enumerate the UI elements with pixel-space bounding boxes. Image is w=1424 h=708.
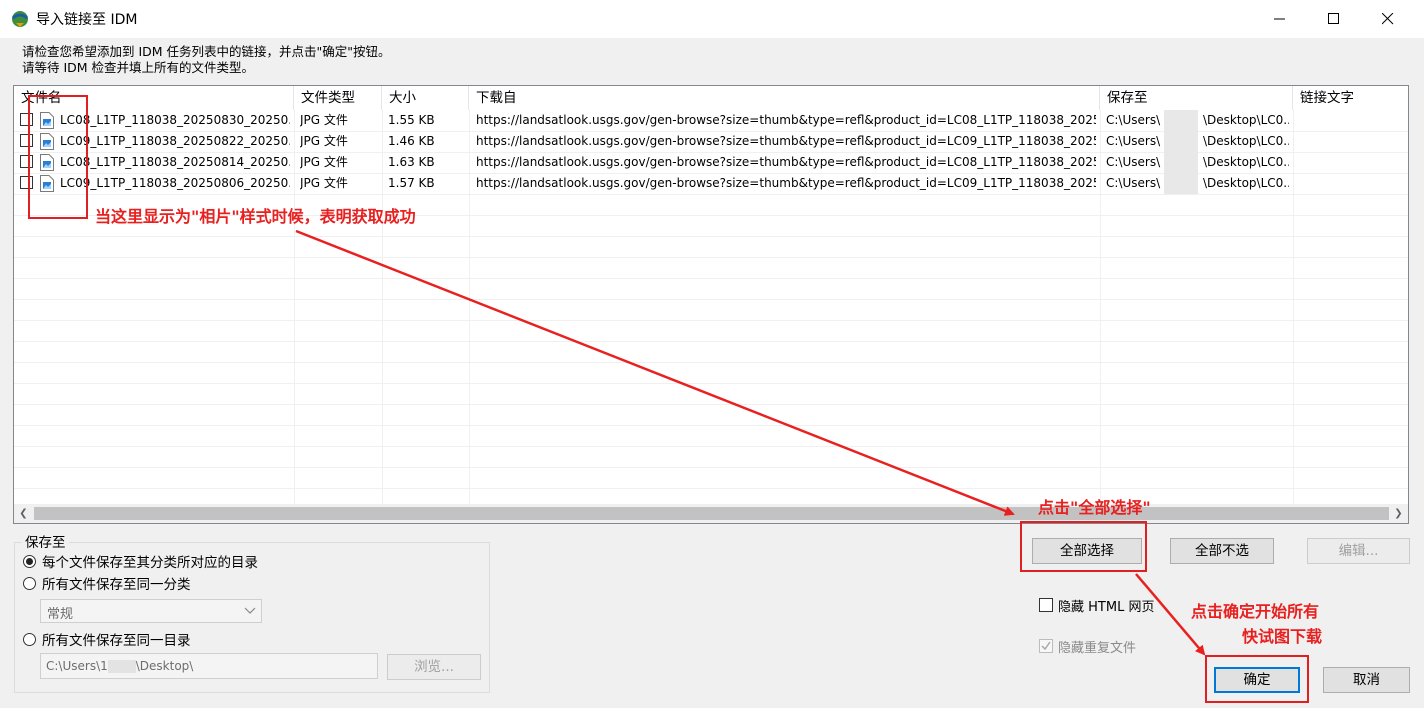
grid-line <box>14 320 1408 321</box>
row-save-path-start: C:\Users\ <box>1106 155 1161 169</box>
row-save-path-end: \Desktop\LC0... <box>1203 155 1289 169</box>
annotation-photo-hint: 当这里显示为"相片"样式时候，表明获取成功 <box>95 207 416 226</box>
close-icon <box>1382 13 1394 25</box>
grid-line <box>14 446 1408 447</box>
scrollbar-thumb[interactable] <box>34 507 1389 520</box>
folder-path-field[interactable]: C:\Users\1 \Desktop\ <box>40 653 378 679</box>
column-header-size[interactable]: 大小 <box>382 86 469 110</box>
row-source-url: https://landsatlook.usgs.gov/gen-browse?… <box>476 134 1096 148</box>
maximize-icon <box>1328 13 1339 24</box>
grid-line <box>14 278 1408 279</box>
window-title: 导入链接至 IDM <box>36 12 138 28</box>
grid-line <box>14 362 1408 363</box>
grid-line <box>14 404 1408 405</box>
link-list[interactable]: 文件名 文件类型 大小 下载自 保存至 链接文字 LC08_L1TP_11803… <box>13 85 1409 524</box>
annotation-box-ok <box>1205 655 1309 703</box>
row-link-text <box>1300 173 1400 194</box>
row-size: 1.55 KB <box>388 113 435 127</box>
annotation-select-all-hint: 点击"全部选择" <box>1038 498 1151 517</box>
scroll-right-icon[interactable]: ❯ <box>1389 504 1408 523</box>
grid-line <box>14 341 1408 342</box>
grid-line <box>14 299 1408 300</box>
table-row[interactable]: LC08_L1TP_118038_20250814_20250... JPG 文… <box>14 152 1408 173</box>
grid-line <box>14 488 1408 489</box>
folder-path-end: \Desktop\ <box>135 659 194 673</box>
row-filetype: JPG 文件 <box>300 155 348 169</box>
maximize-button[interactable] <box>1308 0 1360 38</box>
row-size: 1.57 KB <box>388 176 435 190</box>
row-size: 1.63 KB <box>388 155 435 169</box>
scroll-left-icon[interactable]: ❮ <box>14 504 33 523</box>
row-filename: LC08_L1TP_118038_20250830_20250... <box>60 113 290 127</box>
row-link-text <box>1300 110 1400 131</box>
row-filename: LC09_L1TP_118038_20250822_20250... <box>60 134 290 148</box>
chevron-down-icon <box>244 607 256 614</box>
checkmark-icon <box>1041 641 1051 651</box>
column-header-source[interactable]: 下载自 <box>469 86 1100 110</box>
idm-app-icon <box>12 11 28 27</box>
edit-button[interactable]: 编辑... <box>1307 538 1410 564</box>
row-filename: LC09_L1TP_118038_20250806_20250... <box>60 176 290 190</box>
radio-save-same-folder-label[interactable]: 所有文件保存至同一目录 <box>42 629 191 649</box>
row-link-text <box>1300 131 1400 152</box>
row-size: 1.46 KB <box>388 134 435 148</box>
grid-line <box>14 257 1408 258</box>
row-filename: LC08_L1TP_118038_20250814_20250... <box>60 155 290 169</box>
row-filetype: JPG 文件 <box>300 176 348 190</box>
deselect-all-button[interactable]: 全部不选 <box>1170 538 1274 564</box>
row-save-path-start: C:\Users\ <box>1106 134 1161 148</box>
radio-save-by-category[interactable] <box>23 555 36 568</box>
folder-path-start: C:\Users\1 <box>46 659 108 673</box>
grid-line <box>14 194 1408 195</box>
hide-duplicates-checkbox[interactable] <box>1039 639 1053 653</box>
grid-line <box>14 236 1408 237</box>
close-button[interactable] <box>1362 0 1414 38</box>
cancel-button[interactable]: 取消 <box>1323 667 1410 693</box>
row-source-url: https://landsatlook.usgs.gov/gen-browse?… <box>476 155 1096 169</box>
hide-duplicates-label[interactable]: 隐藏重复文件 <box>1058 637 1136 656</box>
row-link-text <box>1300 152 1400 173</box>
radio-save-same-folder[interactable] <box>23 633 36 646</box>
hide-html-checkbox[interactable] <box>1039 598 1053 612</box>
hide-html-label[interactable]: 隐藏 HTML 网页 <box>1058 596 1154 615</box>
category-select[interactable]: 常规 <box>40 599 262 623</box>
table-row[interactable]: LC08_L1TP_118038_20250830_20250... JPG 文… <box>14 110 1408 131</box>
row-save-path-end: \Desktop\LC0... <box>1203 134 1289 148</box>
redacted-username <box>1164 110 1198 194</box>
annotation-ok-hint-line1: 点击确定开始所有 <box>1191 602 1320 621</box>
category-select-value: 常规 <box>47 607 74 622</box>
row-save-path-start: C:\Users\ <box>1106 176 1161 190</box>
annotation-box-select-all <box>1020 521 1147 572</box>
radio-save-same-category-label[interactable]: 所有文件保存至同一分类 <box>42 573 191 593</box>
column-header-filetype[interactable]: 文件类型 <box>294 86 382 110</box>
column-header-link-text[interactable]: 链接文字 <box>1293 86 1408 110</box>
row-source-url: https://landsatlook.usgs.gov/gen-browse?… <box>476 176 1096 190</box>
annotation-ok-hint-line2: 快试图下载 <box>1242 627 1323 646</box>
horizontal-scrollbar[interactable]: ❮ ❯ <box>14 504 1408 523</box>
column-header-save-to[interactable]: 保存至 <box>1100 86 1293 110</box>
minimize-button[interactable] <box>1254 0 1306 38</box>
row-save-path-end: \Desktop\LC0... <box>1203 176 1289 190</box>
row-filetype: JPG 文件 <box>300 113 348 127</box>
grid-line <box>14 425 1408 426</box>
folder-path-text: C:\Users\1 \Desktop\ <box>46 659 193 673</box>
row-save-path-start: C:\Users\ <box>1106 113 1161 127</box>
minimize-icon <box>1274 18 1285 20</box>
radio-save-same-category[interactable] <box>23 577 36 590</box>
title-bar: 导入链接至 IDM <box>0 0 1424 38</box>
row-source-url: https://landsatlook.usgs.gov/gen-browse?… <box>476 113 1096 127</box>
annotation-box-file-icons <box>28 95 88 219</box>
table-row[interactable]: LC09_L1TP_118038_20250806_20250... JPG 文… <box>14 173 1408 194</box>
instruction-line-1: 请检查您希望添加到 IDM 任务列表中的链接，并点击"确定"按钮。 <box>22 44 391 59</box>
table-row[interactable]: LC09_L1TP_118038_20250822_20250... JPG 文… <box>14 131 1408 152</box>
save-to-group-label: 保存至 <box>22 531 69 551</box>
row-save-path-end: \Desktop\LC0... <box>1203 113 1289 127</box>
browse-button[interactable]: 浏览... <box>387 654 481 680</box>
row-filetype: JPG 文件 <box>300 134 348 148</box>
redacted-username <box>107 660 136 673</box>
grid-line <box>14 467 1408 468</box>
instruction-line-2: 请等待 IDM 检查并填上所有的文件类型。 <box>22 60 255 75</box>
grid-line <box>14 383 1408 384</box>
radio-save-by-category-label[interactable]: 每个文件保存至其分类所对应的目录 <box>42 551 258 571</box>
